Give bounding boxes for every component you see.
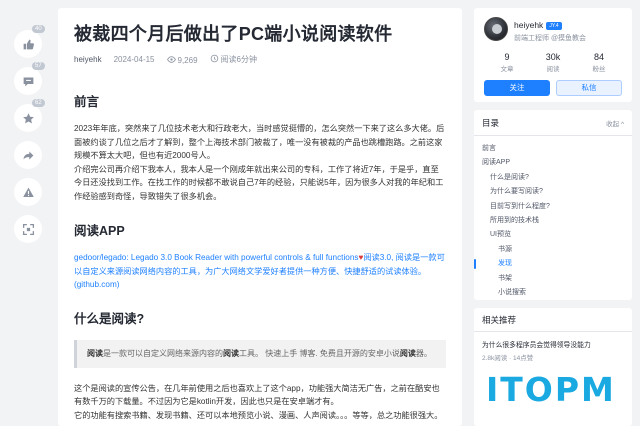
- stat-articles[interactable]: 9 文章: [484, 52, 530, 73]
- author-card: heiyehk JY.4 前端工程师 @摸鱼教会 9 文章 30k 阅读 84 粉丝 关…: [474, 8, 632, 102]
- report-button[interactable]: [14, 178, 42, 206]
- toc-collapse-toggle[interactable]: 收起 ^: [606, 118, 624, 128]
- table-of-contents: 目录 收起 ^ 前言 阅读APP 什么是阅读? 为什么要写阅读? 目前写到什么程度? 所用…: [474, 110, 632, 300]
- toc-item[interactable]: 所用到的技术栈: [474, 214, 632, 228]
- like-count-badge: 40: [32, 25, 45, 33]
- legado-link-paragraph[interactable]: gedoor/legado: Legado 3.0 Book Reader wi…: [74, 251, 446, 292]
- fullscreen-icon: [22, 223, 34, 235]
- quote-text-2: 工具。 快速上手 博客. 免费且开源的安卓小说: [239, 348, 400, 358]
- author-stats: 9 文章 30k 阅读 84 粉丝: [484, 52, 622, 73]
- stat-followers[interactable]: 84 粉丝: [576, 52, 622, 73]
- article-read-time: 阅读6分钟: [210, 54, 257, 65]
- stat-label: 文章: [500, 66, 514, 73]
- recommend-title: 相关推荐: [474, 308, 632, 332]
- comment-icon: [23, 76, 33, 86]
- quote-text-1: 是一款可以自定义网络来源内容的: [103, 348, 223, 358]
- toc-header: 目录 收起 ^: [474, 110, 632, 136]
- stat-number: 30k: [545, 52, 561, 62]
- report-icon: [22, 187, 34, 197]
- quote-bold-2: 阅读: [223, 348, 239, 358]
- favorite-count-badge: 62: [32, 99, 45, 107]
- clock-icon: [210, 54, 218, 63]
- eye-icon: [166, 55, 176, 63]
- article-title: 被裁四个月后做出了PC端小说阅读软件: [74, 24, 393, 44]
- message-button[interactable]: 私信: [556, 80, 622, 96]
- star-icon: [22, 112, 34, 123]
- quote-bold-3: 阅读: [399, 348, 416, 358]
- views-count: 9,269: [177, 55, 198, 65]
- article-panel: 被裁四个月后做出了PC端小说阅读软件 heiyehk 2024-04-15 9,…: [58, 8, 462, 426]
- article-author[interactable]: heiyehk: [74, 55, 102, 64]
- toc-item[interactable]: 目前写到什么程度?: [474, 200, 632, 214]
- toc-title: 目录: [482, 117, 500, 128]
- stat-reads: 30k 阅读: [530, 52, 576, 73]
- fullscreen-button[interactable]: [14, 215, 42, 243]
- comment-button[interactable]: 57: [14, 62, 45, 95]
- article-date: 2024-04-15: [113, 55, 155, 64]
- body-paragraph-2: 它的功能有搜索书籍、发现书籍、还可以本地预览小说、漫画、人声阅读。。。等等，总之…: [74, 410, 443, 420]
- stat-label: 阅读: [546, 66, 560, 73]
- article-action-sidebar: 40 57 62: [14, 25, 46, 252]
- like-icon: [23, 39, 34, 49]
- comment-count-badge: 57: [32, 62, 45, 70]
- toc-active-marker: [474, 259, 476, 270]
- toc-item[interactable]: 前言: [474, 142, 632, 156]
- heading-what-is-reading: 什么是阅读?: [74, 311, 145, 326]
- watermark-logo: ITOPM: [486, 370, 616, 409]
- stat-label: 粉丝: [592, 66, 606, 73]
- quote-text-3: 器。: [415, 348, 432, 358]
- like-button[interactable]: 40: [14, 25, 45, 58]
- avatar[interactable]: [484, 17, 508, 41]
- stat-number: 84: [593, 52, 604, 62]
- heading-reading-app: 阅读APP: [74, 224, 125, 238]
- level-badge: JY.4: [546, 22, 562, 30]
- preface-paragraph-1: 2023年年底，突然来了几位技术老大和行政老大，当时感觉挺懵的，怎么突然一下来了…: [74, 124, 445, 160]
- toc-item[interactable]: 书源: [474, 243, 632, 257]
- toc-item[interactable]: 小说搜索: [474, 286, 632, 300]
- recommend-item-meta: 2.8k阅读 · 14点赞: [482, 355, 534, 362]
- author-name[interactable]: heiyehk: [514, 20, 543, 30]
- stat-number: 9: [504, 52, 510, 62]
- toc-item[interactable]: UI预览: [474, 228, 632, 242]
- toc-item[interactable]: 书架: [474, 272, 632, 286]
- author-role: 前端工程师 @摸鱼教会: [514, 35, 587, 42]
- author-name-row: heiyehk JY.4: [514, 20, 562, 30]
- quote-bold-1: 阅读: [87, 348, 103, 358]
- follow-button[interactable]: 关注: [484, 80, 550, 96]
- toc-list: 前言 阅读APP 什么是阅读? 为什么要写阅读? 目前写到什么程度? 所用到的技术栈 UI预…: [474, 136, 632, 300]
- preface-paragraph-2: 介绍完公司再介绍下我本人，我本人是一个刚成年就出来公司的专科，工作了将近7年，于…: [74, 164, 444, 201]
- quote-block: 阅读是一款可以自定义网络来源内容的阅读工具。 快速上手 博客. 免费且开源的安卓…: [74, 339, 446, 368]
- article-views: 9,269: [166, 55, 198, 65]
- heading-preface: 前言: [74, 95, 100, 109]
- read-time-text: 阅读6分钟: [220, 55, 257, 64]
- article-meta: heiyehk 2024-04-15 9,269 阅读6分钟: [74, 54, 446, 65]
- recommend-item-title[interactable]: 为什么很多程序员会觉得领导没能力: [474, 332, 632, 349]
- share-icon: [23, 150, 33, 160]
- legado-link[interactable]: gedoor/legado: Legado 3.0 Book Reader wi…: [74, 253, 358, 262]
- favorite-button[interactable]: 62: [14, 99, 45, 132]
- toc-item[interactable]: 为什么要写阅读?: [474, 185, 632, 199]
- toc-item[interactable]: 发现: [474, 257, 632, 271]
- toc-item[interactable]: 什么是阅读?: [474, 171, 632, 185]
- toc-item[interactable]: 阅读APP: [474, 156, 632, 170]
- body-paragraph-1: 这个是阅读的宣传公告，在几年前使用之后也喜欢上了这个app，功能强大简洁无广告，…: [74, 383, 440, 407]
- share-button[interactable]: [14, 141, 42, 169]
